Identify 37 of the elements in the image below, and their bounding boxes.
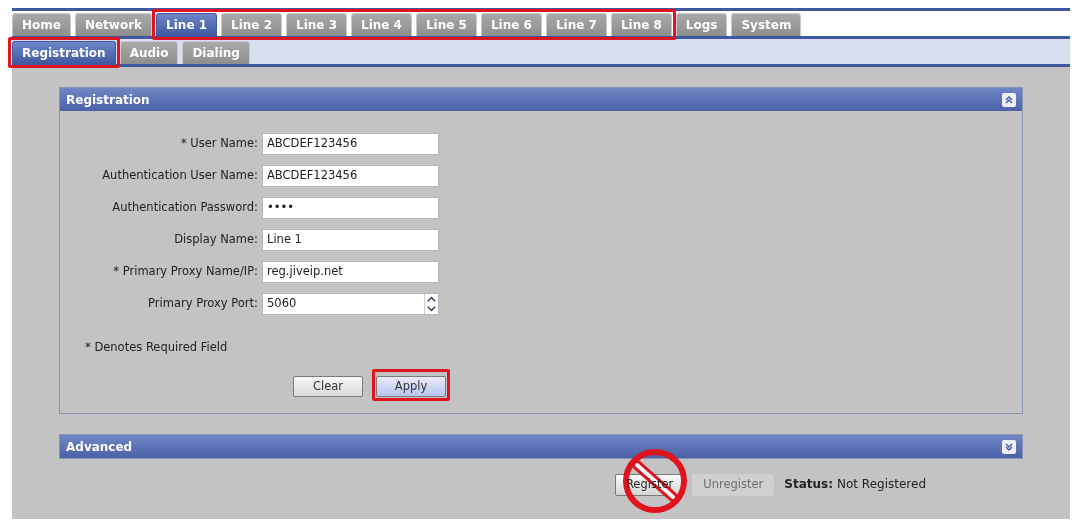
tab[interactable]: Line 6 <box>480 13 542 36</box>
field-label: Primary Proxy Port: <box>147 295 259 313</box>
input-field[interactable]: •••• <box>262 197 439 219</box>
tab[interactable]: Line 4 <box>351 13 412 36</box>
field-label: * User Name: <box>179 135 259 153</box>
tab[interactable]: Audio <box>119 41 179 64</box>
number-field[interactable]: 5060 <box>262 293 439 315</box>
input-field[interactable]: ABCDEF123456 <box>262 133 439 155</box>
required-note: * Denotes Required Field <box>85 339 228 356</box>
tab[interactable]: Home <box>12 13 71 36</box>
status-text: Not Registered <box>837 475 926 493</box>
form-button[interactable]: Clear <box>293 376 363 398</box>
tab[interactable]: Network <box>74 13 153 36</box>
tab[interactable]: Line 5 <box>415 13 477 36</box>
status-label: Status: <box>784 475 833 493</box>
input-field[interactable]: ABCDEF123456 <box>262 165 439 187</box>
field-label: * Primary Proxy Name/IP: <box>112 263 259 281</box>
tab[interactable]: Line 2 <box>221 13 283 36</box>
expand-icon[interactable] <box>1002 439 1016 454</box>
tab[interactable]: System <box>731 13 802 36</box>
tab[interactable]: Line 7 <box>545 13 607 36</box>
field-label: Authentication User Name: <box>101 167 259 185</box>
tab[interactable]: Line 8 <box>610 13 672 36</box>
spinner-icon[interactable] <box>424 294 438 314</box>
field-label: Display Name: <box>173 231 259 249</box>
tab[interactable]: Dialing <box>182 41 250 64</box>
panel-title: Advanced <box>66 438 133 456</box>
collapse-icon[interactable] <box>1002 92 1016 107</box>
tab[interactable]: Line 1 <box>156 13 218 36</box>
tab[interactable]: Line 3 <box>286 13 347 36</box>
field-label: Authentication Password: <box>111 199 259 217</box>
input-field[interactable]: reg.jiveip.net <box>262 261 439 283</box>
form-button[interactable]: Apply <box>376 376 446 398</box>
panel-title: Registration <box>66 91 150 109</box>
tab[interactable]: Registration <box>12 41 116 64</box>
input-field[interactable]: Line 1 <box>262 229 439 251</box>
tab[interactable]: Logs <box>675 13 728 36</box>
